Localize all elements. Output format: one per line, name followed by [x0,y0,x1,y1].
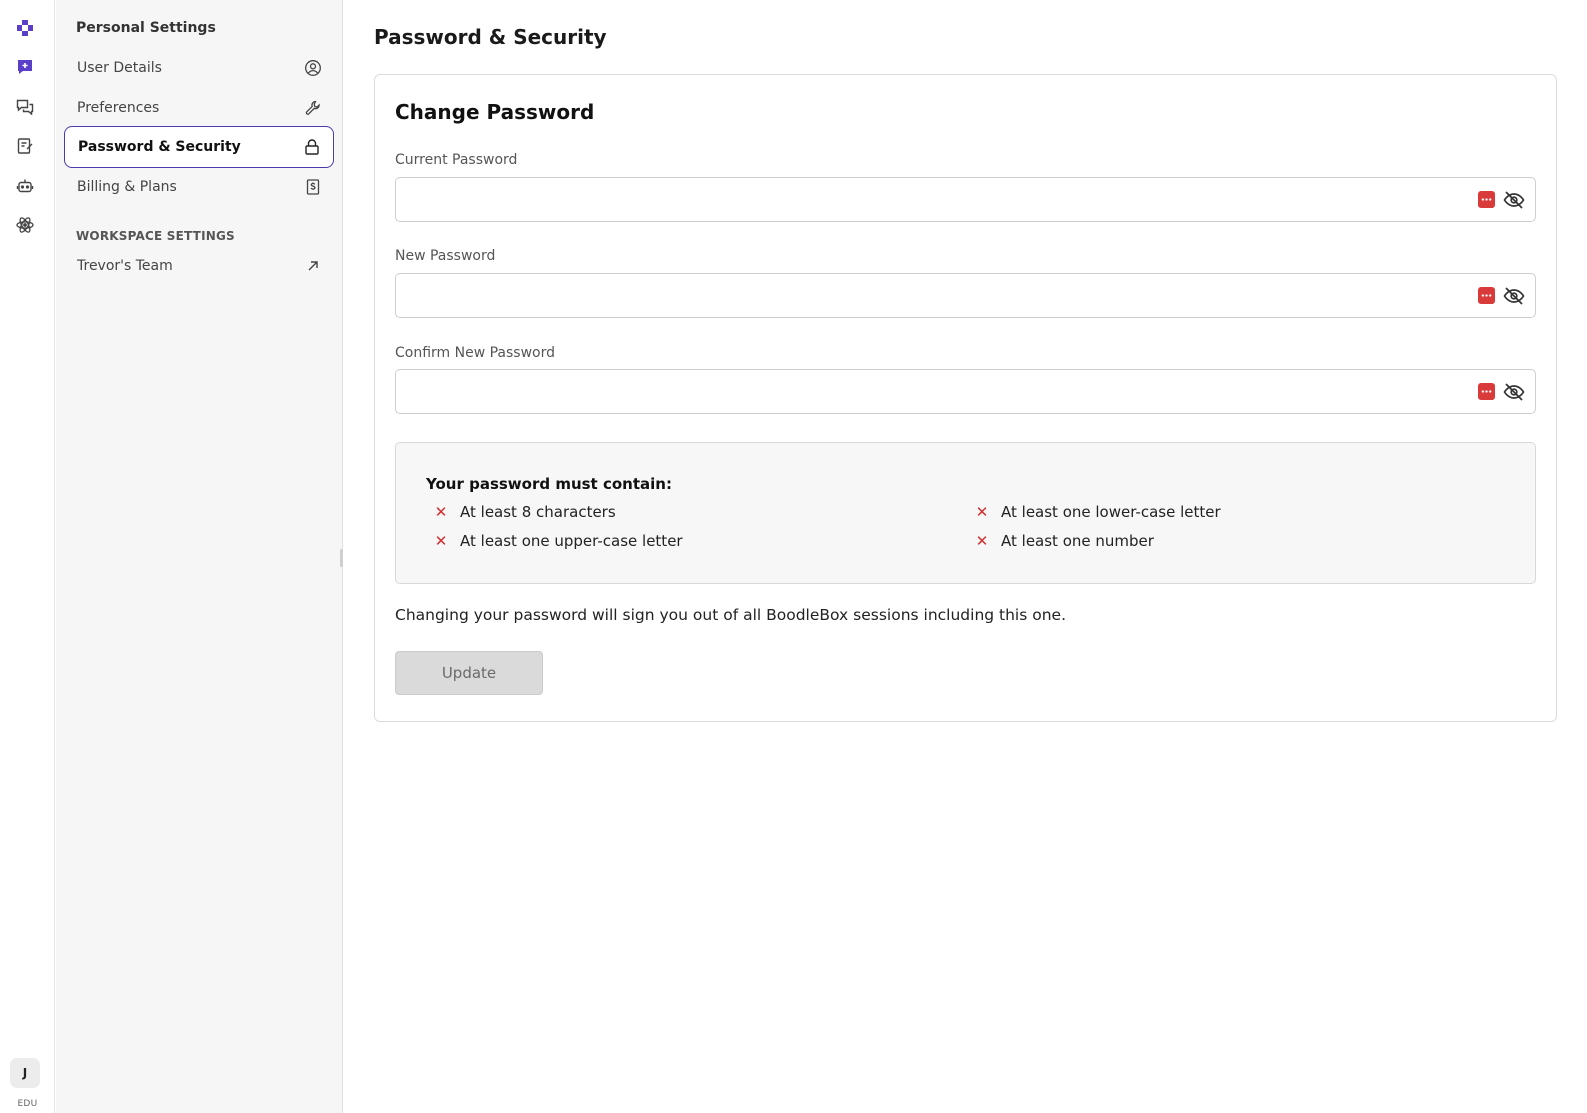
sidebar-item-workspace[interactable]: Trevor's Team [64,245,334,287]
cross-icon: ✕ [975,532,989,550]
current-password-field [395,177,1536,222]
new-chat-icon[interactable] [13,55,37,79]
current-password-label: Current Password [395,152,518,168]
plan-badge: EDU [17,1099,38,1109]
atom-icon[interactable] [13,213,37,237]
new-password-input[interactable] [396,274,1446,317]
password-manager-icon[interactable] [1478,287,1495,304]
workspace-settings-heading: WORKSPACE SETTINGS [76,229,235,243]
notes-icon[interactable] [13,134,37,158]
eye-off-icon[interactable] [1503,286,1525,306]
password-manager-icon[interactable] [1478,191,1495,208]
password-requirements: Your password must contain: ✕ At least 8… [395,442,1536,584]
cross-icon: ✕ [975,503,989,521]
confirm-password-input[interactable] [396,370,1446,413]
change-password-card: Change Password Current Password New Pas… [374,74,1557,722]
requirements-heading: Your password must contain: [426,475,672,493]
password-manager-icon[interactable] [1478,383,1495,400]
logo-icon[interactable] [13,16,37,40]
new-password-label: New Password [395,248,496,264]
sidebar-item-user-details[interactable]: User Details [64,47,334,89]
requirement-item: ✕ At least one upper-case letter [430,532,683,550]
cross-icon: ✕ [434,503,448,521]
signout-notice: Changing your password will sign you out… [395,606,1067,624]
arrow-up-right-icon [308,261,318,271]
avatar[interactable]: J [10,1058,40,1088]
bot-icon[interactable] [13,174,37,198]
receipt-icon [306,179,320,195]
lock-icon [305,139,319,155]
wrench-icon [305,100,320,115]
update-button[interactable]: Update [395,651,543,695]
eye-off-icon[interactable] [1503,382,1525,402]
sidebar-item-billing-plans[interactable]: Billing & Plans [64,166,334,208]
sidebar-item-preferences[interactable]: Preferences [64,87,334,129]
user-circle-icon [305,60,321,76]
confirm-password-field [395,369,1536,414]
chats-icon[interactable] [13,95,37,119]
new-password-field [395,273,1536,318]
sidebar-item-password-security[interactable]: Password & Security [64,126,334,168]
personal-settings-heading: Personal Settings [76,20,216,36]
sidebar-item-label: Password & Security [78,139,241,155]
icon-rail: J EDU [0,0,55,1113]
sidebar-item-label: Trevor's Team [77,258,173,274]
sidebar-item-label: Billing & Plans [77,179,177,195]
sidebar-item-label: Preferences [77,100,160,116]
card-title: Change Password [395,100,595,124]
settings-sidebar: Personal Settings User Details Preferenc… [56,0,343,1113]
sidebar-item-label: User Details [77,60,162,76]
requirement-item: ✕ At least 8 characters [430,503,616,521]
eye-off-icon[interactable] [1503,190,1525,210]
cross-icon: ✕ [434,532,448,550]
current-password-input[interactable] [396,178,1446,221]
page-title: Password & Security [374,25,607,49]
main-content: Password & Security Change Password Curr… [343,0,1587,1113]
confirm-password-label: Confirm New Password [395,345,556,361]
requirement-item: ✕ At least one number [971,532,1154,550]
app: J EDU Personal Settings User Details Pre… [0,0,1587,1113]
requirement-item: ✕ At least one lower-case letter [971,503,1221,521]
